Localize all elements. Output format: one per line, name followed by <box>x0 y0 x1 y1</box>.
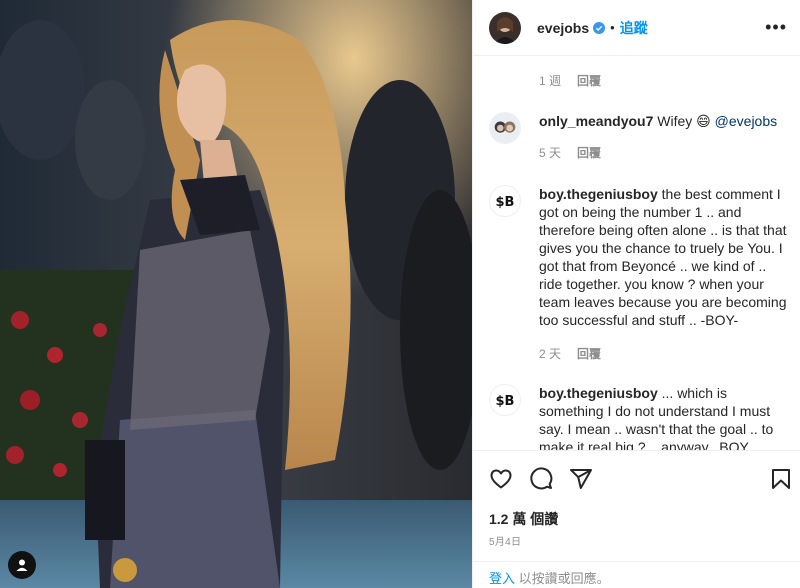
comment-time: 5 天 <box>539 146 562 160</box>
reply-button[interactable]: 回覆 <box>577 345 601 363</box>
post-date[interactable]: 5月4日 <box>489 533 521 548</box>
comments-list[interactable]: 1 週 回覆 only_meandyou7 Wifey 😄 @evejobs 5… <box>473 57 800 450</box>
comment-body: boy.thegeniusboy the best comment I got … <box>539 185 789 363</box>
comment-icon[interactable] <box>529 467 553 491</box>
comment-username[interactable]: boy.thegeniusboy <box>539 385 658 401</box>
likes-count[interactable]: 1.2 萬 個讚 <box>489 509 558 529</box>
login-prompt: 登入 以按讚或回應。 <box>473 561 800 588</box>
comment-mention[interactable]: @evejobs <box>715 113 777 129</box>
person-icon <box>16 559 28 571</box>
post-photo <box>0 0 472 588</box>
svg-text:$B: $B <box>496 394 515 409</box>
comment-body: only_meandyou7 Wifey 😄 @evejobs 5 天 回覆 <box>539 112 777 162</box>
follow-button[interactable]: 追蹤 <box>620 18 648 38</box>
comment-body: boy.thegeniusboy ... which is something … <box>539 384 789 450</box>
comment-time: 2 天 <box>539 347 562 361</box>
reply-button[interactable]: 回覆 <box>577 72 601 89</box>
post-image <box>0 0 472 588</box>
comment-meta: 5 天 回覆 <box>539 144 777 162</box>
commenter-avatar[interactable]: $B <box>489 384 521 416</box>
author-avatar[interactable] <box>489 11 521 44</box>
author-username[interactable]: evejobs <box>537 20 589 36</box>
boy-logo-icon: $B <box>496 195 515 210</box>
comment-username[interactable]: boy.thegeniusboy <box>539 186 658 202</box>
share-icon[interactable] <box>569 467 593 491</box>
svg-text:$B: $B <box>496 195 515 210</box>
comment-meta: 2 天 回覆 <box>539 345 789 363</box>
emoji-grin: 😄 <box>696 113 711 129</box>
author-avatar-image <box>489 11 521 44</box>
comment-item: $B boy.thegeniusboy the best comment I g… <box>489 185 789 363</box>
comment-username[interactable]: only_meandyou7 <box>539 113 653 129</box>
comment-time: 1 週 <box>539 74 562 88</box>
login-prompt-text: 以按讚或回應。 <box>515 571 610 586</box>
verified-icon <box>593 21 606 34</box>
more-options-icon[interactable]: ••• <box>765 17 787 38</box>
photo-user-tag-icon[interactable] <box>8 551 36 579</box>
boy-logo-icon: $B <box>496 394 515 409</box>
commenter-avatar-image <box>490 113 520 143</box>
reply-button[interactable]: 回覆 <box>577 144 601 162</box>
comment-item: $B boy.thegeniusboy ... which is somethi… <box>489 384 789 450</box>
post-actions: 1.2 萬 個讚 5月4日 登入 以按讚或回應。 <box>473 450 800 588</box>
login-link[interactable]: 登入 <box>489 571 515 586</box>
bookmark-icon[interactable] <box>769 467 793 491</box>
post-header: evejobs • 追蹤 ••• <box>473 0 800 56</box>
comment-text: the best comment I got on being the numb… <box>539 186 787 328</box>
comment-meta: 1 週 回覆 <box>539 72 601 89</box>
heart-icon[interactable] <box>489 467 513 491</box>
comment-text: Wifey <box>657 113 693 129</box>
post-side-panel: evejobs • 追蹤 ••• 1 週 回覆 only_meandyou7 W… <box>472 0 800 588</box>
commenter-avatar[interactable] <box>489 112 521 144</box>
header-separator: • <box>610 20 615 35</box>
commenter-avatar[interactable]: $B <box>489 185 521 217</box>
comment-item: only_meandyou7 Wifey 😄 @evejobs 5 天 回覆 <box>489 112 789 162</box>
